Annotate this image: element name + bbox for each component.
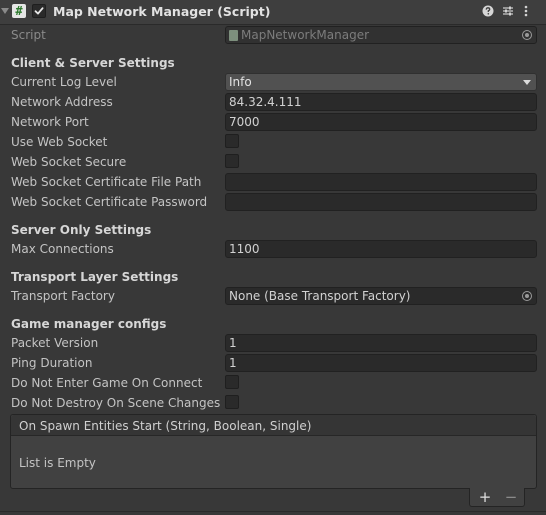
script-icon: #: [12, 4, 26, 18]
bottom-divider: [0, 511, 546, 512]
script-value: MapNetworkManager: [241, 28, 370, 42]
transport-factory-field[interactable]: None (Base Transport Factory): [225, 287, 537, 305]
help-icon[interactable]: [481, 4, 495, 18]
network-address-row: Network Address 84.32.4.111: [11, 93, 541, 111]
foldout-arrow-icon[interactable]: [1, 8, 9, 14]
cert-password-input[interactable]: [225, 193, 537, 211]
log-level-dropdown[interactable]: Info: [225, 73, 537, 91]
section-transport: Transport Layer Settings: [11, 270, 179, 284]
use-web-socket-label: Use Web Socket: [11, 135, 108, 149]
packet-version-row: Packet Version 1: [11, 334, 541, 352]
component-header[interactable]: # Map Network Manager (Script): [0, 0, 546, 25]
script-label: Script: [11, 28, 46, 42]
web-socket-secure-checkbox[interactable]: [225, 154, 239, 168]
script-asset-icon: [229, 30, 238, 41]
no-destroy-row: Do Not Destroy On Scene Changes: [11, 394, 541, 412]
script-field[interactable]: MapNetworkManager: [225, 26, 537, 44]
object-picker-icon[interactable]: [522, 30, 532, 40]
event-list-header: On Spawn Entities Start (String, Boolean…: [11, 415, 536, 436]
max-connections-label: Max Connections: [11, 242, 114, 256]
dropdown-arrow-icon: [523, 80, 531, 85]
event-title: On Spawn Entities Start (String, Boolean…: [19, 419, 312, 433]
ping-duration-input[interactable]: 1: [225, 354, 537, 372]
remove-listener-button[interactable]: −: [503, 489, 519, 505]
section-client-server: Client & Server Settings: [11, 56, 175, 70]
no-destroy-label: Do Not Destroy On Scene Changes: [11, 396, 221, 410]
no-enter-game-row: Do Not Enter Game On Connect: [11, 374, 541, 392]
network-address-label: Network Address: [11, 95, 113, 109]
component-enabled-checkbox[interactable]: [32, 4, 46, 18]
network-address-input[interactable]: 84.32.4.111: [225, 93, 537, 111]
ping-duration-label: Ping Duration: [11, 356, 93, 370]
cert-password-label: Web Socket Certificate Password: [11, 195, 208, 209]
add-listener-button[interactable]: +: [477, 489, 493, 505]
no-enter-game-label: Do Not Enter Game On Connect: [11, 376, 203, 390]
section-game-manager: Game manager configs: [11, 317, 167, 331]
network-port-row: Network Port 7000: [11, 113, 541, 131]
menu-icon[interactable]: [519, 4, 533, 18]
log-level-value: Info: [229, 75, 252, 89]
transport-factory-row: Transport Factory None (Base Transport F…: [11, 287, 541, 305]
cert-file-path-input[interactable]: [225, 173, 537, 191]
script-row: Script MapNetworkManager: [11, 26, 541, 44]
use-web-socket-row: Use Web Socket: [11, 133, 541, 151]
component-title: Map Network Manager (Script): [53, 4, 271, 19]
network-port-label: Network Port: [11, 115, 89, 129]
presets-icon[interactable]: [501, 4, 515, 18]
no-destroy-checkbox[interactable]: [225, 395, 239, 409]
web-socket-secure-row: Web Socket Secure: [11, 153, 541, 171]
network-port-input[interactable]: 7000: [225, 113, 537, 131]
log-level-label: Current Log Level: [11, 75, 117, 89]
object-picker-icon[interactable]: [522, 291, 532, 301]
list-empty-text: List is Empty: [19, 456, 96, 470]
cert-password-row: Web Socket Certificate Password: [11, 193, 541, 211]
spawn-entities-event-list: On Spawn Entities Start (String, Boolean…: [10, 414, 537, 489]
max-connections-row: Max Connections 1100: [11, 240, 541, 258]
web-socket-secure-label: Web Socket Secure: [11, 155, 127, 169]
cert-file-path-label: Web Socket Certificate File Path: [11, 175, 202, 189]
packet-version-input[interactable]: 1: [225, 334, 537, 352]
cert-file-path-row: Web Socket Certificate File Path: [11, 173, 541, 191]
no-enter-game-checkbox[interactable]: [225, 375, 239, 389]
section-server-only: Server Only Settings: [11, 223, 152, 237]
log-level-row: Current Log Level Info: [11, 73, 541, 91]
packet-version-label: Packet Version: [11, 336, 99, 350]
checkmark-icon: [34, 7, 44, 15]
inspector-panel: # Map Network Manager (Script) Script Ma…: [0, 0, 546, 515]
transport-factory-label: Transport Factory: [11, 289, 115, 303]
ping-duration-row: Ping Duration 1: [11, 354, 541, 372]
transport-factory-value: None (Base Transport Factory): [229, 289, 411, 303]
max-connections-input[interactable]: 1100: [225, 240, 537, 258]
use-web-socket-checkbox[interactable]: [225, 134, 239, 148]
event-list-footer: + −: [469, 488, 525, 507]
